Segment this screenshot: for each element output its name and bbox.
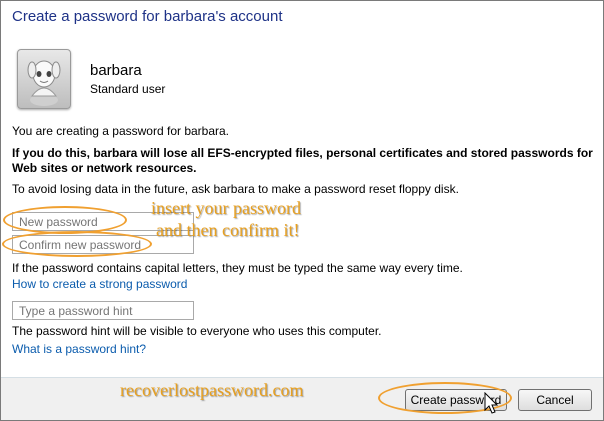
watermark-text: recoverlostpassword.com (120, 380, 304, 400)
strong-password-link[interactable]: How to create a strong password (12, 276, 187, 292)
caps-note: If the password contains capital letters… (12, 261, 463, 275)
mouse-pointer-icon (484, 391, 500, 421)
cancel-button[interactable]: Cancel (518, 389, 592, 411)
confirm-password-highlight-ring (2, 231, 152, 257)
password-hint-field[interactable] (12, 301, 194, 320)
warning-text-line2: Web sites or network resources. (12, 161, 197, 175)
user-avatar-icon (17, 49, 71, 109)
new-password-highlight-ring (3, 206, 127, 234)
intro-text: You are creating a password for barbara. (12, 124, 230, 138)
advice-text: To avoid losing data in the future, ask … (12, 182, 459, 196)
annotation-line2: and then confirm it! (156, 220, 300, 240)
hint-note: The password hint will be visible to eve… (12, 324, 382, 338)
dialog-title: Create a password for barbara's account (12, 8, 283, 25)
annotation-line1: insert your password (151, 198, 301, 218)
user-role: Standard user (90, 82, 166, 96)
user-name: barbara (90, 62, 142, 79)
warning-text-line1: If you do this, barbara will lose all EF… (12, 146, 593, 160)
password-hint-link[interactable]: What is a password hint? (12, 341, 146, 357)
